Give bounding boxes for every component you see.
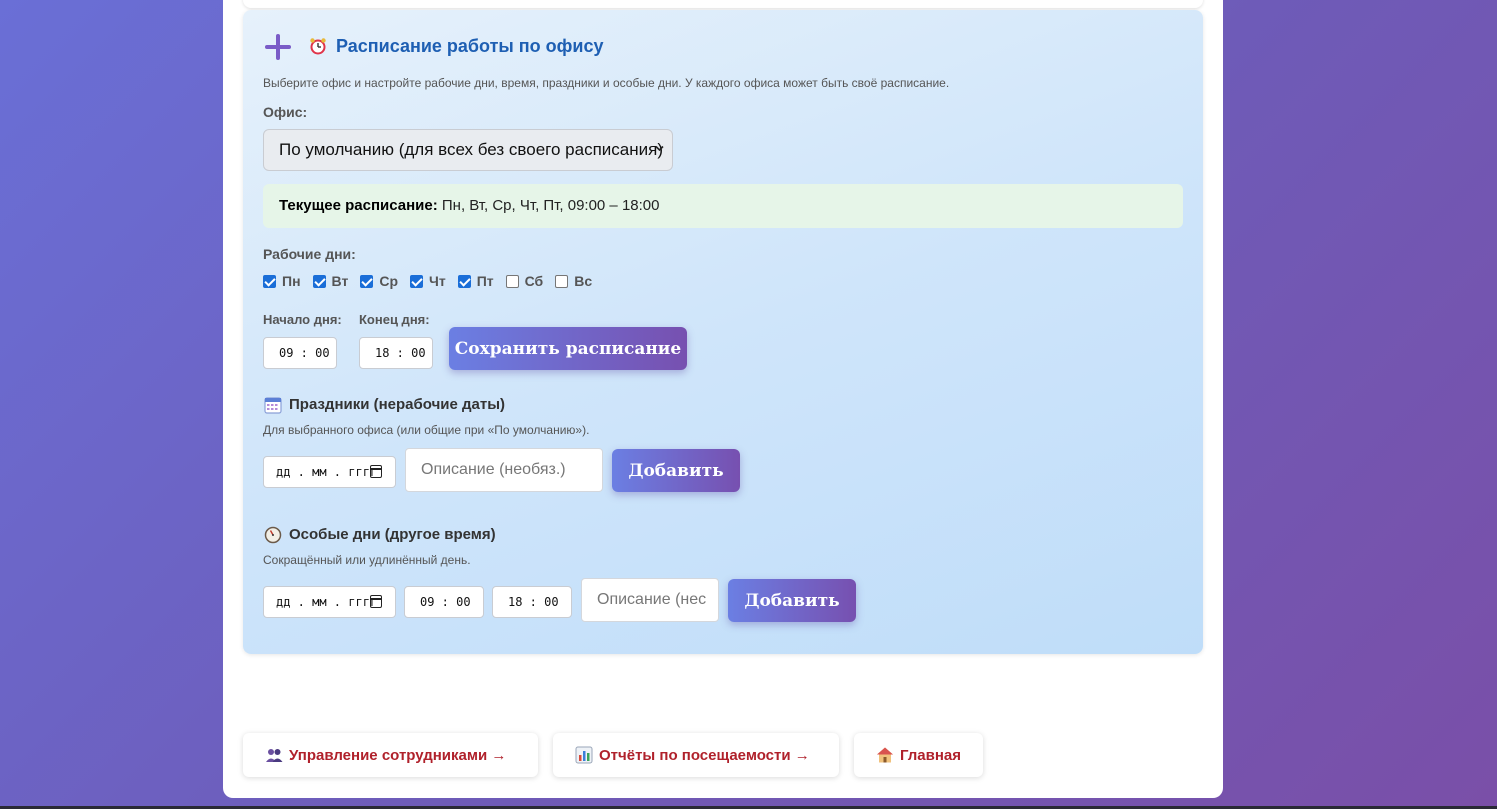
day-sun[interactable]: Вс bbox=[555, 273, 592, 289]
day-tue[interactable]: Вт bbox=[312, 273, 349, 289]
reports-nav-link[interactable]: Отчёты по посещаемости → bbox=[553, 733, 839, 777]
calendar-picker-icon[interactable] bbox=[370, 465, 382, 478]
current-schedule-box: Текущее расписание: Пн, Вт, Ср, Чт, Пт, … bbox=[263, 184, 1183, 228]
schedule-panel: Расписание работы по офису Выберите офис… bbox=[243, 10, 1203, 654]
holiday-date-input[interactable]: дд . мм . гггг bbox=[263, 456, 396, 488]
chevron-down-icon bbox=[655, 145, 664, 152]
employees-nav-label: Управление сотрудниками → bbox=[289, 746, 507, 764]
day-label-thu: Чт bbox=[429, 273, 446, 289]
workdays-checkboxes: Пн Вт Ср Чт Пт Сб Вс bbox=[263, 272, 604, 290]
special-date-placeholder: дд . мм . гггг bbox=[276, 595, 378, 609]
day-label-tue: Вт bbox=[331, 273, 349, 289]
add-special-day-button[interactable]: Добавить bbox=[728, 579, 856, 622]
holiday-date-placeholder: дд . мм . гггг bbox=[276, 465, 378, 479]
checkbox-sat[interactable] bbox=[505, 274, 519, 288]
checkbox-fri[interactable] bbox=[457, 274, 471, 288]
checkbox-thu[interactable] bbox=[410, 274, 423, 288]
holiday-description-input[interactable]: Описание (необяз.) bbox=[405, 448, 603, 492]
schedule-description: Выберите офис и настройте рабочие дни, в… bbox=[263, 76, 950, 90]
special-days-note: Сокращённый или удлинённый день. bbox=[263, 553, 471, 567]
special-days-title: Особые дни (другое время) bbox=[289, 526, 496, 543]
start-time-label: Начало дня: bbox=[263, 312, 342, 327]
special-date-input[interactable]: дд . мм . гггг bbox=[263, 586, 396, 618]
day-label-mon: Пн bbox=[282, 273, 301, 289]
special-start-time-input[interactable]: 09 : 00 bbox=[404, 586, 484, 618]
day-wed[interactable]: Ср bbox=[360, 273, 398, 289]
checkbox-sun[interactable] bbox=[555, 274, 569, 288]
day-label-fri: Пт bbox=[476, 273, 494, 289]
day-label-sat: Сб bbox=[524, 273, 544, 289]
office-label: Офис: bbox=[263, 104, 308, 120]
holidays-title: Праздники (нерабочие даты) bbox=[289, 396, 506, 413]
bar-chart-icon bbox=[575, 746, 593, 764]
day-mon[interactable]: Пн bbox=[263, 273, 301, 289]
end-time-label: Конец дня: bbox=[359, 312, 430, 327]
end-time-input[interactable]: 18 : 00 bbox=[359, 337, 433, 369]
stopwatch-icon bbox=[264, 526, 282, 544]
office-select-value: По умолчанию (для всех без своего распис… bbox=[279, 140, 663, 159]
checkbox-tue[interactable] bbox=[312, 274, 326, 288]
people-icon bbox=[265, 746, 283, 764]
alarm-clock-icon bbox=[309, 37, 327, 55]
day-sat[interactable]: Сб bbox=[505, 273, 544, 289]
checkbox-mon[interactable] bbox=[263, 274, 276, 288]
special-description-input[interactable]: Описание (нес bbox=[581, 578, 719, 622]
calendar-picker-icon[interactable] bbox=[370, 595, 382, 608]
current-schedule-label: Текущее расписание: bbox=[279, 197, 438, 214]
reports-nav-label: Отчёты по посещаемости → bbox=[599, 746, 810, 764]
plus-icon bbox=[265, 34, 291, 60]
home-nav-label: Главная bbox=[900, 746, 962, 764]
calendar-icon bbox=[264, 396, 282, 414]
employees-nav-link[interactable]: Управление сотрудниками → bbox=[243, 733, 538, 777]
start-time-input[interactable]: 09 : 00 bbox=[263, 337, 337, 369]
day-thu[interactable]: Чт bbox=[410, 273, 446, 289]
day-fri[interactable]: Пт bbox=[457, 273, 494, 289]
home-nav-link[interactable]: Главная bbox=[854, 733, 983, 777]
day-label-wed: Ср bbox=[379, 273, 398, 289]
workdays-label: Рабочие дни: bbox=[263, 246, 356, 262]
add-holiday-button[interactable]: Добавить bbox=[612, 449, 740, 492]
office-select[interactable]: По умолчанию (для всех без своего распис… bbox=[263, 129, 673, 171]
schedule-title: Расписание работы по офису bbox=[336, 36, 604, 56]
holidays-note: Для выбранного офиса (или общие при «По … bbox=[263, 423, 590, 437]
save-schedule-button[interactable]: Сохранить расписание bbox=[449, 327, 687, 370]
checkbox-wed[interactable] bbox=[360, 274, 374, 288]
house-icon bbox=[876, 746, 894, 764]
special-end-time-input[interactable]: 18 : 00 bbox=[492, 586, 572, 618]
previous-card-edge bbox=[243, 0, 1203, 8]
current-schedule-value: Пн, Вт, Ср, Чт, Пт, 09:00 – 18:00 bbox=[437, 197, 660, 214]
day-label-sun: Вс bbox=[574, 273, 593, 289]
